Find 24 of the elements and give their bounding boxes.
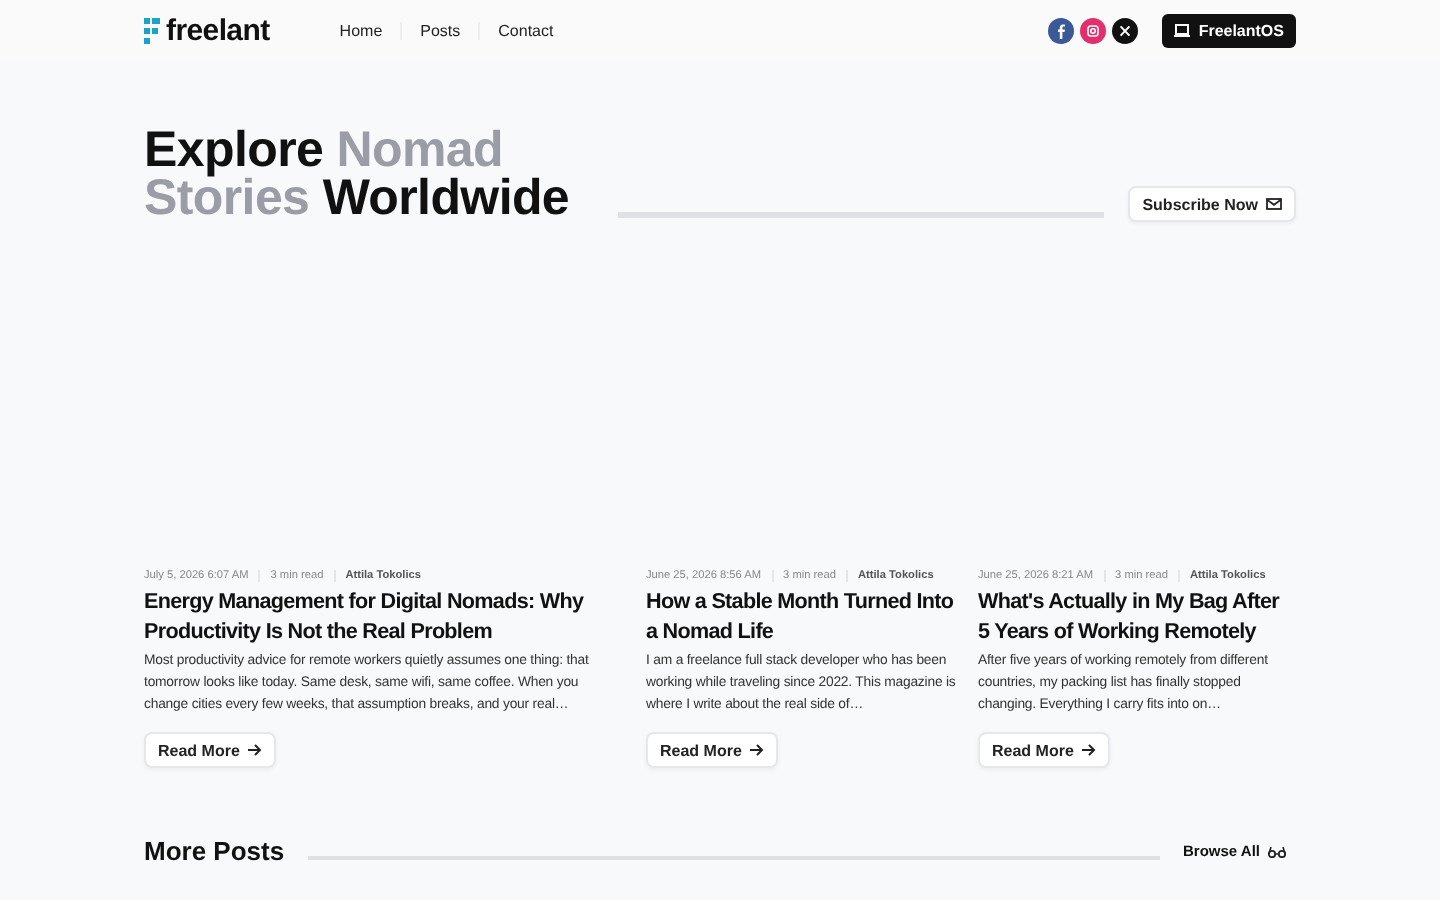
post-title[interactable]: What's Actually in My Bag After 5 Years of Working Remotely <box>978 588 1294 646</box>
arrow-right-icon <box>247 744 262 756</box>
arrow-right-icon <box>749 744 764 756</box>
post-title[interactable]: Energy Management for Digital Nomads: Why Productivity Is Not the Real Problem <box>144 588 624 646</box>
read-more-button[interactable]: Read More <box>144 732 276 768</box>
subscribe-button[interactable]: Subscribe Now <box>1128 186 1296 222</box>
nav-link[interactable]: Posts <box>402 21 481 39</box>
nav-link[interactable]: Home <box>321 21 403 39</box>
logo-text[interactable]: freelant <box>166 13 270 47</box>
freelantos-button[interactable]: FreelantOS <box>1162 13 1296 47</box>
x-icon[interactable] <box>1112 17 1139 43</box>
mail-icon <box>1266 198 1282 210</box>
logo-icon <box>144 17 160 43</box>
facebook-icon[interactable] <box>1048 17 1075 43</box>
post-title[interactable]: How a Stable Month Turned Into a Nomad Life <box>646 588 956 646</box>
section-title: More Posts <box>144 836 285 866</box>
instagram-icon[interactable] <box>1080 17 1107 43</box>
hero-title: Explore Nomad Stories Worldwide <box>144 126 572 222</box>
laptop-icon <box>1174 23 1191 37</box>
read-more-button[interactable]: Read More <box>646 732 778 768</box>
glasses-icon <box>1268 845 1286 857</box>
arrow-right-icon <box>1081 744 1096 756</box>
read-more-button[interactable]: Read More <box>978 732 1110 768</box>
nav-link[interactable]: Contact <box>480 21 572 39</box>
